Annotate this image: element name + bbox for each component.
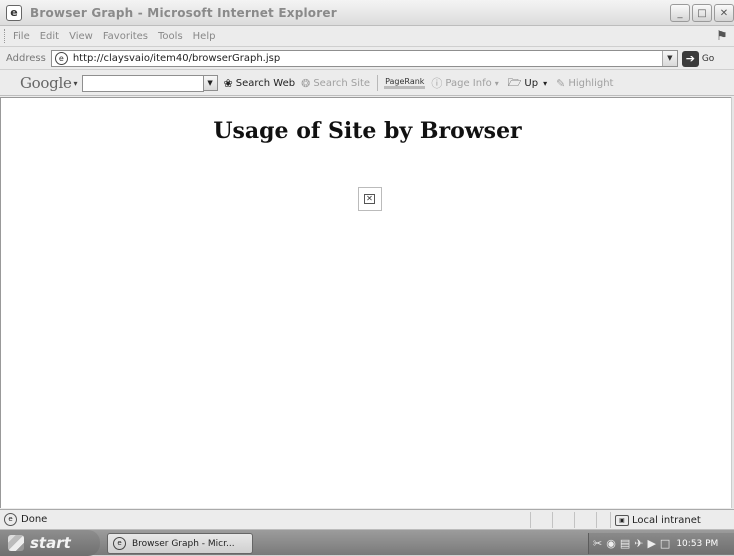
page-icon: e: [54, 52, 68, 65]
address-label: Address: [6, 53, 46, 64]
status-pane: [552, 512, 574, 528]
search-site-button[interactable]: ❂ Search Site: [301, 77, 370, 90]
highlight-label: Highlight: [568, 77, 614, 89]
tray-display-icon[interactable]: □: [660, 537, 670, 550]
pagerank-indicator[interactable]: PageRank: [384, 77, 426, 89]
zone-label: Local intranet: [632, 514, 701, 526]
page-status-icon: e: [4, 513, 17, 526]
address-url[interactable]: http://claysvaio/item40/browserGraph.jsp: [73, 53, 280, 64]
google-search-input[interactable]: [81, 74, 204, 92]
tray-shield-icon[interactable]: ◉: [606, 537, 616, 550]
info-icon: ⓘ: [431, 77, 443, 90]
toolbar-separator: [377, 75, 379, 91]
intranet-icon: ▣: [615, 514, 629, 526]
taskbar: start e Browser Graph - Micr... ✂ ◉ ▤ ✈ …: [0, 529, 734, 556]
toolbar-grip[interactable]: [4, 29, 7, 43]
close-button[interactable]: ✕: [714, 4, 734, 22]
taskbar-button-label: Browser Graph - Micr...: [132, 538, 235, 549]
start-label: start: [30, 534, 71, 552]
go-button[interactable]: Go: [702, 54, 714, 64]
menu-tools[interactable]: Tools: [158, 31, 183, 42]
up-label: Up: [524, 77, 539, 89]
status-text: Done: [21, 514, 48, 525]
up-button[interactable]: 🗁 Up ▾: [508, 74, 550, 93]
google-menu-caret-icon[interactable]: ▾: [74, 79, 78, 88]
google-logo[interactable]: Google: [20, 74, 72, 92]
title-bar: e Browser Graph - Microsoft Internet Exp…: [0, 0, 734, 26]
page-heading: Usage of Site by Browser: [213, 118, 522, 144]
tray-network-icon[interactable]: ▤: [620, 537, 630, 550]
ie-window: e Browser Graph - Microsoft Internet Exp…: [0, 0, 734, 556]
menu-edit[interactable]: Edit: [40, 31, 59, 42]
menu-help[interactable]: Help: [193, 31, 216, 42]
ie-task-icon: e: [113, 537, 126, 550]
address-field[interactable]: e http://claysvaio/item40/browserGraph.j…: [50, 50, 678, 67]
binoculars-icon: ❀: [223, 76, 233, 90]
tray-tool-icon[interactable]: ✂: [593, 537, 602, 550]
page-info-caret-icon: ▾: [494, 78, 499, 88]
menu-bar: File Edit View Favorites Tools Help ⚑: [0, 26, 734, 47]
pagerank-label: PageRank: [384, 77, 426, 89]
window-title: Browser Graph - Microsoft Internet Explo…: [30, 5, 337, 20]
window-controls: _ □ ✕: [670, 4, 734, 22]
page-info-button[interactable]: ⓘ Page Info ▾: [431, 75, 501, 91]
page-info-label: Page Info: [445, 77, 492, 89]
menu-file[interactable]: File: [13, 31, 30, 42]
minimize-button[interactable]: _: [670, 4, 690, 22]
status-panes: [530, 512, 618, 528]
go-arrow-icon[interactable]: ➔: [681, 50, 699, 67]
maximize-button[interactable]: □: [692, 4, 712, 22]
address-dropdown-icon[interactable]: ▼: [661, 51, 677, 66]
search-web-button[interactable]: ❀ Search Web: [224, 77, 296, 90]
highlight-button[interactable]: ✎ Highlight: [556, 77, 613, 90]
broken-image-placeholder: ✕: [358, 187, 382, 211]
start-button[interactable]: start: [0, 530, 100, 556]
status-pane: [574, 512, 596, 528]
google-toolbar: Google ▾ ▼ ❀ Search Web ❂ Search Site Pa…: [0, 71, 734, 96]
tray-volume-icon[interactable]: ▶: [647, 537, 655, 550]
system-tray: ✂ ◉ ▤ ✈ ▶ □ 10:53 PM: [588, 533, 734, 554]
status-pane: [530, 512, 552, 528]
ie-logo-icon[interactable]: e: [6, 4, 22, 21]
broken-image-icon: ✕: [364, 194, 375, 204]
windows-flag-icon: ⚑: [716, 29, 728, 44]
tray-connection-icon[interactable]: ✈: [634, 537, 643, 550]
menu-favorites[interactable]: Favorites: [103, 31, 148, 42]
windows-logo-icon: [8, 535, 24, 551]
taskbar-button-browser-graph[interactable]: e Browser Graph - Micr...: [107, 533, 253, 554]
up-caret-icon: ▾: [543, 78, 548, 88]
search-web-label: Search Web: [235, 77, 296, 89]
status-bar: e Done ▣ Local intranet: [0, 509, 734, 529]
page-content: Usage of Site by Browser ✕: [0, 97, 733, 508]
clock[interactable]: 10:53 PM: [676, 539, 718, 549]
highlighter-icon: ✎: [556, 76, 566, 90]
folder-up-icon: 🗁: [507, 75, 522, 89]
search-site-icon: ❂: [301, 76, 311, 90]
google-search-dropdown-icon[interactable]: ▼: [202, 75, 218, 91]
address-bar: Address e http://claysvaio/item40/browse…: [0, 48, 734, 70]
security-zone[interactable]: ▣ Local intranet: [610, 512, 701, 528]
search-site-label: Search Site: [313, 77, 371, 89]
menu-view[interactable]: View: [69, 31, 93, 42]
